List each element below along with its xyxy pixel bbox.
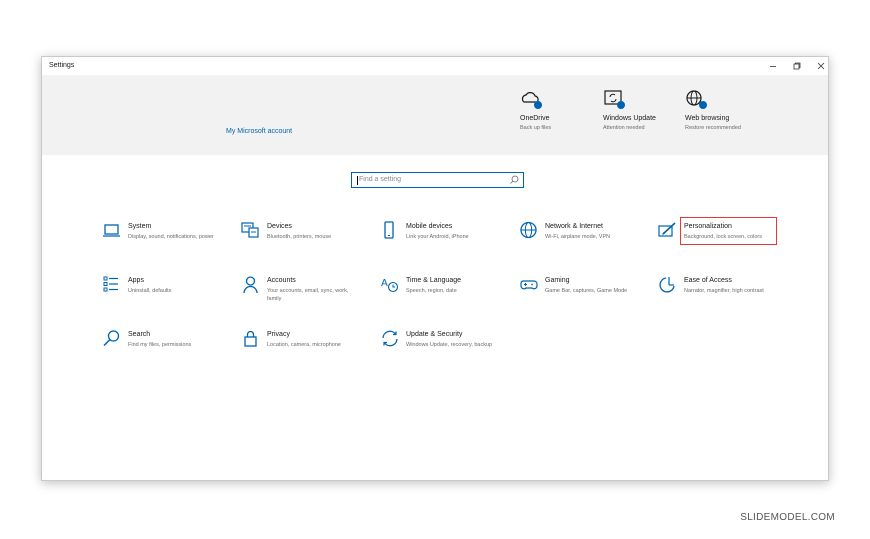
search-icon [510,175,519,184]
category-subtitle: Game Bar, captures, Game Mode [545,288,628,294]
category-title: Mobile devices [406,223,453,230]
close-button[interactable] [810,59,828,73]
restore-icon [793,62,801,70]
restore-button[interactable] [786,59,808,73]
quick-subtitle: Restore recommended [685,125,741,131]
category-subtitle: Uninstall, defaults [128,288,172,294]
category-title: Ease of Access [684,277,732,284]
status-dot [534,101,542,109]
quick-web-browsing[interactable]: Web browsing Restore recommended [685,89,765,132]
minimize-button[interactable] [762,59,784,73]
category-subtitle: Your accounts, email, sync, work, family [267,288,349,302]
title-bar: Settings [42,57,828,75]
time-language-icon: A [381,278,399,293]
category-subtitle: Find my files, permissions [128,342,192,348]
person-icon [243,276,258,294]
quick-subtitle: Back up files [520,125,552,131]
status-dot [617,101,625,109]
status-dot [699,101,707,109]
category-devices[interactable]: Devices Bluetooth, printers, mouse [241,221,371,261]
category-mobile-devices[interactable]: Mobile devices Link your Android, iPhone [380,221,510,261]
sync-icon [382,330,398,347]
category-ease-of-access[interactable]: Ease of Access Narrator, magnifier, high… [658,275,788,315]
category-title: Apps [128,277,144,284]
phone-icon [384,221,394,239]
category-search[interactable]: Search Find my files, permissions [102,329,232,369]
ease-access-icon [659,277,675,293]
paint-icon [658,222,676,237]
quick-subtitle: Attention needed [603,125,645,131]
category-subtitle: Bluetooth, printers, mouse [267,234,332,240]
category-privacy[interactable]: Privacy Location, camera, microphone [241,329,371,369]
settings-header: My Microsoft account OneDrive Back up fi… [42,75,828,155]
laptop-icon [103,224,120,237]
apps-list-icon [103,276,118,292]
category-update-security[interactable]: Update & Security Windows Update, recove… [380,329,510,369]
quick-title: Windows Update [603,115,656,122]
window-title: Settings [49,62,75,69]
category-subtitle: Narrator, magnifier, high contrast [684,288,764,294]
category-title: System [128,223,152,230]
globe-icon [685,89,707,109]
minimize-icon [770,66,776,67]
microsoft-account-link[interactable]: My Microsoft account [226,128,292,135]
category-title: Time & Language [406,277,461,284]
category-subtitle: Location, camera, microphone [267,342,341,348]
settings-window: Settings My Microsoft account OneDrive B… [41,56,829,481]
svg-text:A: A [381,278,388,289]
category-system[interactable]: System Display, sound, notifications, po… [102,221,232,261]
lock-icon [244,330,257,347]
text-cursor [357,176,358,185]
search-input[interactable]: Find a setting [351,172,524,188]
category-network-internet[interactable]: Network & Internet Wi-Fi, airplane mode,… [519,221,649,261]
refresh-icon [603,89,625,109]
category-time-language[interactable]: A Time & Language Speech, region, date [380,275,510,315]
category-accounts[interactable]: Accounts Your accounts, email, sync, wor… [241,275,371,315]
category-title: Devices [267,223,292,230]
quick-windows-update[interactable]: Windows Update Attention needed [603,89,683,132]
watermark-text: SLIDEMODEL.COM [740,512,835,523]
category-apps[interactable]: Apps Uninstall, defaults [102,275,232,315]
quick-title: OneDrive [520,115,550,122]
highlight-box [680,217,777,245]
gamepad-icon [520,280,538,290]
search-placeholder: Find a setting [359,176,402,183]
category-title: Update & Security [406,331,463,338]
category-title: Search [128,331,151,338]
category-subtitle: Windows Update, recovery, backup [406,342,493,348]
category-title: Network & Internet [545,223,603,230]
cloud-icon [520,89,542,109]
globe-icon [520,221,537,239]
quick-onedrive[interactable]: OneDrive Back up files [520,89,600,132]
category-title: Accounts [267,277,296,284]
quick-title: Web browsing [685,115,730,122]
close-icon [817,62,825,70]
category-subtitle: Link your Android, iPhone [406,234,469,240]
category-subtitle: Wi-Fi, airplane mode, VPN [545,234,611,240]
keyboard-icon [241,222,259,238]
category-gaming[interactable]: Gaming Game Bar, captures, Game Mode [519,275,649,315]
search-icon [103,330,120,347]
category-title: Privacy [267,331,290,338]
category-subtitle: Display, sound, notifications, power [128,234,214,240]
category-subtitle: Speech, region, date [406,288,457,294]
category-title: Gaming [545,277,570,284]
